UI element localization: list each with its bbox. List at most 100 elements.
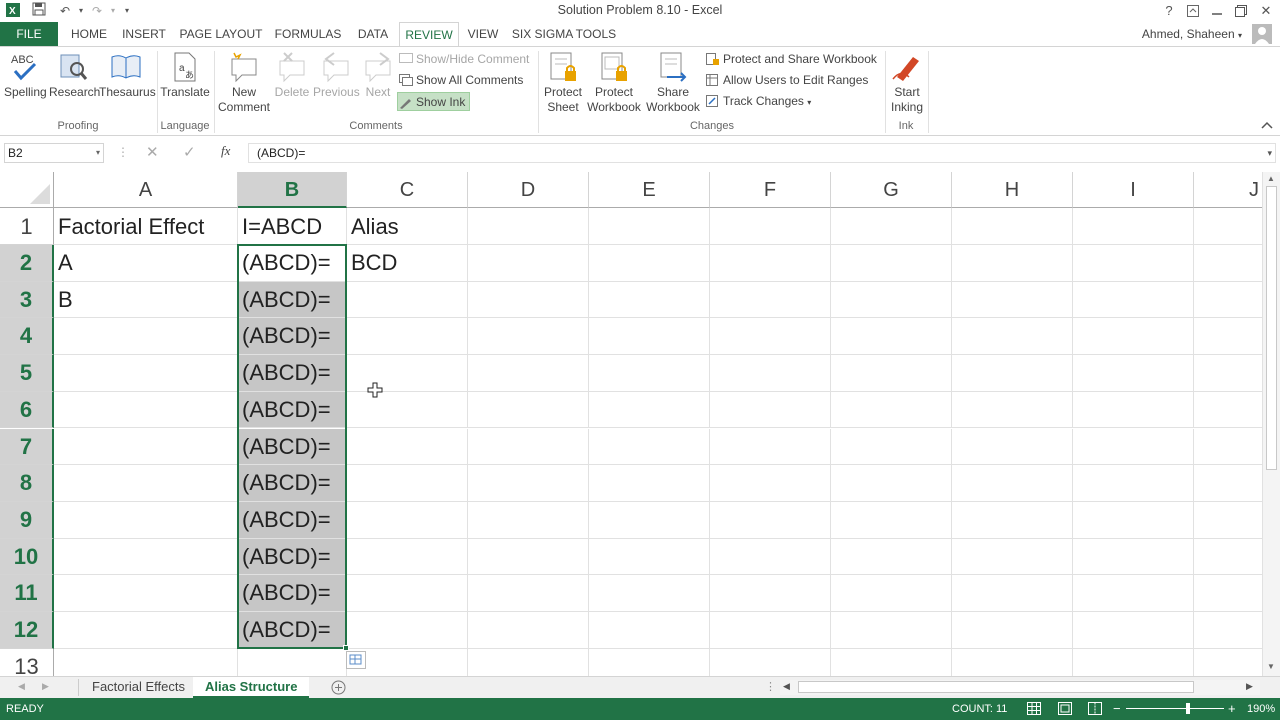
cell-c2[interactable]: BCD [347,245,468,282]
column-header-d[interactable]: D [468,172,589,208]
row-header-8[interactable]: 8 [0,465,54,502]
cell-i9[interactable] [1073,501,1194,539]
cell-d12[interactable] [468,612,589,649]
cell-e5[interactable] [589,355,710,392]
cell-i4[interactable] [1073,318,1194,356]
cell-f12[interactable] [710,612,831,649]
cell-j13[interactable] [1194,649,1262,676]
cell-f11[interactable] [710,575,831,612]
cell-i13[interactable] [1073,648,1194,676]
cell-a10[interactable] [54,538,238,576]
cell-h8[interactable] [952,465,1073,502]
cell-i1[interactable] [1073,208,1194,245]
cell-e9[interactable] [589,501,710,539]
cell-b4[interactable]: (ABCD)= [238,318,347,356]
cell-b13[interactable] [238,648,347,676]
collapse-ribbon-icon[interactable] [1261,119,1273,133]
tab-formulas[interactable]: FORMULAS [270,22,346,46]
scroll-up-icon[interactable]: ▲ [1267,174,1275,183]
cell-e4[interactable] [589,318,710,356]
cell-f6[interactable] [710,391,831,429]
enter-entry-icon[interactable]: ✓ [183,143,196,161]
cell-j3[interactable] [1194,282,1262,319]
cell-h11[interactable] [952,575,1073,612]
delete-comment-button[interactable]: Delete [273,51,311,100]
cell-f7[interactable] [710,428,831,466]
cell-j12[interactable] [1194,612,1262,649]
maximize-icon[interactable] [1230,1,1252,21]
cell-d13[interactable] [468,648,589,676]
sheet-tab-alias-structure[interactable]: Alias Structure [193,677,310,698]
cell-c10[interactable] [347,538,468,576]
scroll-left-icon[interactable]: ◀ [783,681,790,692]
cell-e12[interactable] [589,612,710,649]
cell-b11[interactable]: (ABCD)= [238,575,347,612]
protect-and-share-workbook-button[interactable]: Protect and Share Workbook [705,50,877,69]
cell-i11[interactable] [1073,575,1194,612]
cell-b9[interactable]: (ABCD)= [238,501,347,539]
name-box-dropdown-icon[interactable]: ▾ [96,144,100,162]
research-button[interactable]: Research [49,51,100,100]
spelling-button[interactable]: ABC Spelling [4,51,47,100]
cell-i10[interactable] [1073,538,1194,576]
cell-e3[interactable] [589,281,710,319]
cell-j10[interactable] [1194,539,1262,576]
cell-a8[interactable] [54,465,238,502]
cell-b10[interactable]: (ABCD)= [238,538,347,576]
column-header-j[interactable]: J [1194,172,1262,208]
cell-f5[interactable] [710,355,831,392]
cell-a1[interactable]: Factorial Effect [54,208,238,245]
expand-formula-bar-icon[interactable]: ▾ [1267,144,1272,162]
cell-i8[interactable] [1073,465,1194,502]
cell-f1[interactable] [710,208,831,245]
cell-e2[interactable] [589,245,710,282]
cell-d4[interactable] [468,318,589,356]
cell-d5[interactable] [468,355,589,392]
cell-f9[interactable] [710,501,831,539]
avatar[interactable] [1252,24,1272,44]
next-comment-button[interactable]: Next [361,51,395,100]
translate-button[interactable]: a あ Translate [160,51,210,100]
cell-d8[interactable] [468,465,589,502]
tab-data[interactable]: DATA [350,22,396,46]
cell-h7[interactable] [952,428,1073,466]
zoom-level[interactable]: 190% [1247,703,1275,715]
column-header-a[interactable]: A [54,172,238,208]
cell-g13[interactable] [831,648,952,676]
cell-h13[interactable] [952,648,1073,676]
cell-a11[interactable] [54,575,238,612]
cell-i6[interactable] [1073,391,1194,429]
cell-c6[interactable] [347,391,468,429]
cell-a12[interactable] [54,612,238,649]
minimize-icon[interactable] [1206,1,1228,21]
cell-f4[interactable] [710,318,831,356]
share-workbook-button[interactable]: Share Workbook [644,51,702,115]
cell-a4[interactable] [54,318,238,356]
cell-d11[interactable] [468,575,589,612]
new-sheet-icon[interactable] [331,680,346,695]
row-header-12[interactable]: 12 [0,612,54,649]
row-header-3[interactable]: 3 [0,281,54,319]
cell-a6[interactable] [54,391,238,429]
cell-d3[interactable] [468,281,589,319]
cell-b5[interactable]: (ABCD)= [238,355,347,392]
cell-j1[interactable] [1194,208,1262,245]
cell-d1[interactable] [468,208,589,245]
protect-workbook-button[interactable]: Protect Workbook [586,51,642,115]
tab-file[interactable]: FILE [0,22,58,46]
cell-j8[interactable] [1194,465,1262,502]
cell-c7[interactable] [347,428,468,466]
cell-e6[interactable] [589,391,710,429]
cell-h4[interactable] [952,318,1073,356]
row-header-7[interactable]: 7 [0,428,54,466]
cell-a13[interactable] [54,648,238,676]
show-hide-comment-button[interactable]: Show/Hide Comment [398,50,529,69]
scroll-down-icon[interactable]: ▼ [1267,662,1275,671]
tab-six-sigma-tools[interactable]: SIX SIGMA TOOLS [508,22,620,46]
start-inking-button[interactable]: Start Inking [888,51,926,115]
close-icon[interactable]: ✕ [1255,1,1277,21]
cell-j9[interactable] [1194,502,1262,539]
cell-e7[interactable] [589,428,710,466]
cell-g9[interactable] [831,501,952,539]
cell-c12[interactable] [347,612,468,649]
